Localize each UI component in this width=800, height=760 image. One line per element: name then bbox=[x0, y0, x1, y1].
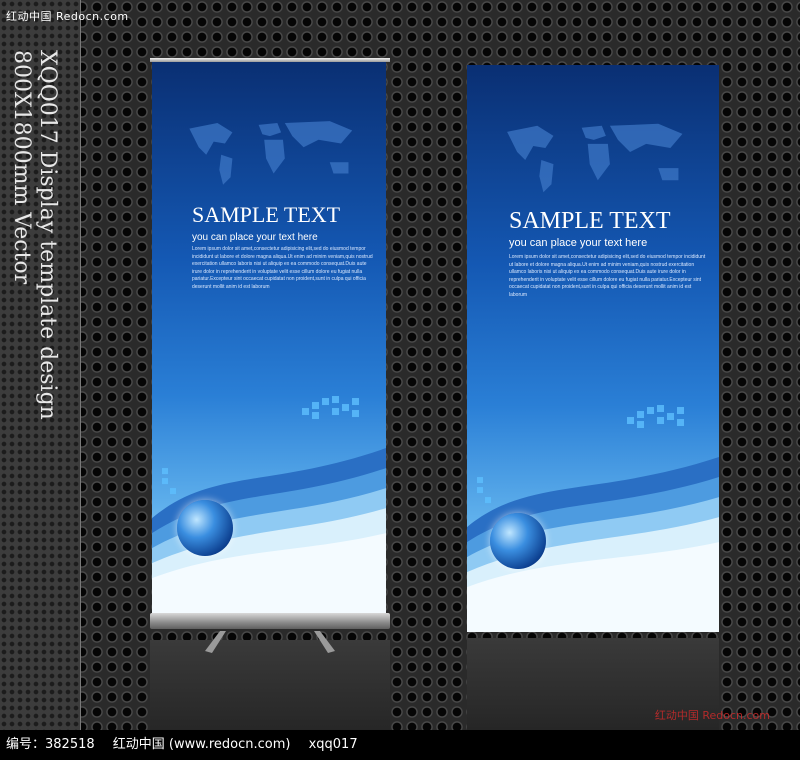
banner-left: SAMPLE TEXT you can place your text here… bbox=[152, 62, 386, 618]
world-map-icon bbox=[507, 123, 683, 192]
banner-body-text: Lorem ipsum dolor sit amet,consectetur a… bbox=[192, 246, 373, 290]
footer-bar: 编号：382518 红动中国 (www.redocn.com) xqq017 bbox=[0, 730, 800, 760]
wave-decoration bbox=[152, 395, 386, 618]
banner-body-text: Lorem ipsum dolor sit amet,consectetur a… bbox=[509, 254, 706, 298]
footer-id: 编号：382518 bbox=[6, 737, 95, 752]
wave-decoration bbox=[467, 404, 719, 632]
banner-subtitle: you can place your text here bbox=[509, 237, 648, 249]
watermark-bottom: 红动中国 Redocn.com bbox=[654, 709, 770, 722]
watermark-top: 红动中国 Redocn.com bbox=[6, 10, 129, 23]
footer-site: 红动中国 (www.redocn.com) bbox=[112, 737, 291, 752]
banner-title: SAMPLE TEXT bbox=[509, 208, 671, 234]
banner-right: SAMPLE TEXT you can place your text here… bbox=[467, 65, 719, 632]
divider-line bbox=[80, 0, 81, 730]
vertical-caption: XQQ017 Display template design 800X1800m… bbox=[8, 50, 60, 420]
world-map-icon bbox=[189, 120, 353, 185]
caption-line-2: 800X1800mm Vector bbox=[9, 50, 34, 285]
caption-line-1: XQQ017 Display template design bbox=[35, 50, 60, 420]
stand-base bbox=[150, 613, 390, 629]
banner-subtitle: you can place your text here bbox=[192, 232, 318, 243]
footer-code: xqq017 bbox=[308, 737, 358, 752]
banner-title: SAMPLE TEXT bbox=[192, 202, 341, 227]
stand-feet bbox=[205, 631, 335, 653]
globe-icon bbox=[490, 513, 546, 569]
globe-icon bbox=[177, 500, 233, 556]
